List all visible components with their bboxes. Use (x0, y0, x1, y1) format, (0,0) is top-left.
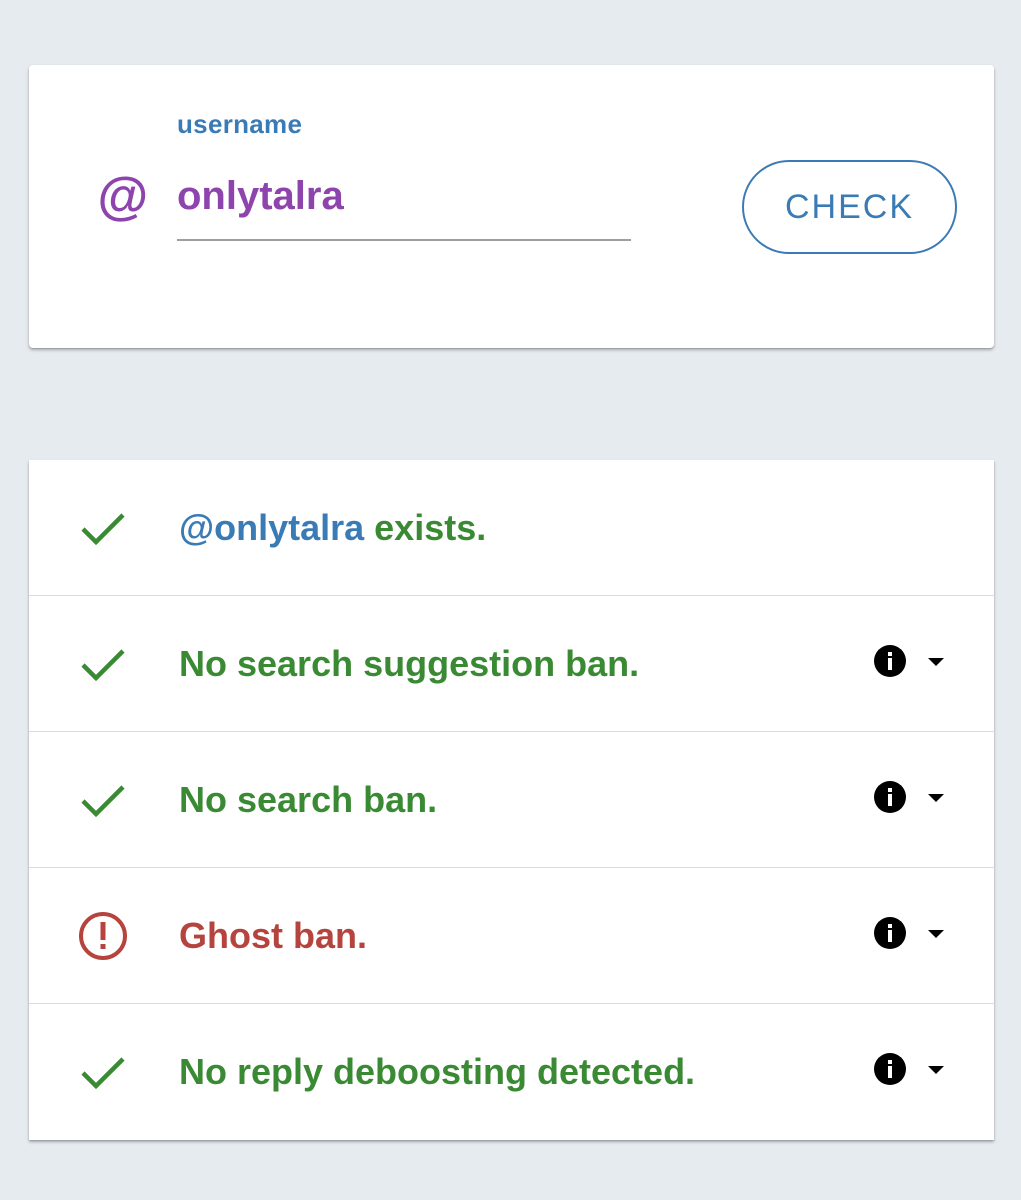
details-toggle[interactable] (869, 1052, 959, 1088)
result-handle[interactable]: @onlytalra (179, 507, 364, 548)
result-text: Ghost ban. (179, 915, 367, 956)
caret-down-icon[interactable] (927, 1064, 945, 1076)
result-row-exists: @onlytalra exists. (29, 460, 994, 596)
username-input[interactable] (177, 169, 631, 241)
info-icon[interactable] (873, 916, 907, 950)
result-row-reply-deboosting: No reply deboosting detected. (29, 1004, 994, 1140)
check-button[interactable]: CHECK (742, 160, 957, 254)
result-text: No search suggestion ban. (179, 643, 640, 684)
info-icon[interactable] (873, 644, 907, 678)
username-field: username (177, 109, 631, 253)
alert-circle-icon (79, 912, 127, 960)
result-row-search-ban: No search ban. (29, 732, 994, 868)
caret-down-icon[interactable] (927, 656, 945, 668)
username-label: username (177, 109, 303, 139)
info-icon[interactable] (873, 1052, 907, 1086)
check-icon (81, 513, 125, 546)
result-text: No search ban. (179, 779, 438, 820)
check-icon (81, 1057, 125, 1090)
result-suffix: exists. (364, 507, 487, 548)
at-sign-icon: @ (96, 168, 148, 226)
result-text: @onlytalra exists. (179, 504, 486, 552)
check-icon (81, 649, 125, 682)
result-row-search-suggestion-ban: No search suggestion ban. (29, 596, 994, 732)
details-toggle[interactable] (869, 916, 959, 952)
details-toggle[interactable] (869, 644, 959, 680)
result-row-ghost-ban: Ghost ban. (29, 868, 994, 1004)
details-toggle[interactable] (869, 780, 959, 816)
results-list: @onlytalra exists. No search suggestion … (29, 460, 994, 1140)
check-icon (81, 785, 125, 818)
info-icon[interactable] (873, 780, 907, 814)
result-text: No reply deboosting detected. (179, 1051, 696, 1092)
caret-down-icon[interactable] (927, 928, 945, 940)
caret-down-icon[interactable] (927, 792, 945, 804)
username-search-card: @ username CHECK (29, 65, 994, 348)
